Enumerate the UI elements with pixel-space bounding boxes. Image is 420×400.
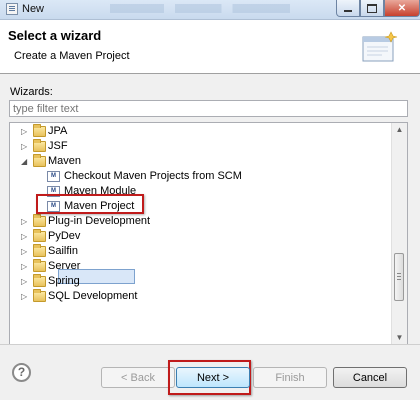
folder-icon (33, 244, 46, 257)
tree-item-label: SQL Development (48, 290, 138, 302)
tree-item-checkout-maven[interactable]: M Checkout Maven Projects from SCM (10, 169, 390, 184)
tree-item-label: JPA (48, 125, 68, 137)
scroll-up-icon[interactable]: ▲ (394, 123, 405, 136)
expand-arrow-icon[interactable]: ▷ (21, 289, 29, 304)
tree-item-jsf[interactable]: ▷ JSF (10, 139, 390, 154)
window-titlebar: New ✕ (0, 0, 420, 20)
page-title: Select a wizard (8, 28, 102, 43)
tree-item-sql-development[interactable]: ▷ SQL Development (10, 289, 390, 304)
expand-arrow-icon[interactable]: ▷ (21, 124, 29, 139)
wizard-banner-icon (362, 31, 398, 62)
wizard-footer: ? < Back Next > Finish Cancel (0, 344, 420, 400)
maximize-button[interactable] (360, 0, 384, 17)
tree-item-server[interactable]: ▷ Server (10, 259, 390, 274)
folder-icon (33, 289, 46, 302)
wizards-label: Wizards: (10, 86, 53, 98)
tree-item-spring[interactable]: ▷ Spring (10, 274, 390, 289)
expand-arrow-icon[interactable]: ▷ (21, 244, 29, 259)
tree-item-label: Sailfin (48, 245, 78, 257)
blurred-background (110, 4, 290, 13)
tree-item-plugin-development[interactable]: ▷ Plug-in Development (10, 214, 390, 229)
tree-item-label: Plug-in Development (48, 215, 151, 227)
filter-input[interactable] (9, 100, 408, 117)
expand-arrow-icon[interactable]: ▷ (21, 214, 29, 229)
help-icon[interactable]: ? (12, 363, 31, 382)
finish-button[interactable]: Finish (253, 367, 327, 388)
wizard-tree[interactable]: ▷ JPA ▷ JSF ◢ Maven M Checkout Maven Pro… (9, 122, 408, 345)
tree-item-label: PyDev (48, 230, 81, 242)
tree-item-maven[interactable]: ◢ Maven (10, 154, 390, 169)
folder-icon (33, 139, 46, 152)
window-title: New (22, 3, 45, 15)
back-button[interactable]: < Back (101, 367, 175, 388)
expand-arrow-icon[interactable]: ▷ (21, 139, 29, 154)
scroll-down-icon[interactable]: ▼ (394, 331, 405, 344)
tree-item-label: JSF (48, 140, 68, 152)
expand-arrow-icon[interactable]: ▷ (21, 274, 29, 289)
collapse-arrow-icon[interactable]: ◢ (21, 154, 29, 169)
tree-item-pydev[interactable]: ▷ PyDev (10, 229, 390, 244)
page-subtitle: Create a Maven Project (14, 50, 130, 62)
folder-icon (33, 154, 46, 167)
folder-icon (33, 124, 46, 137)
minimize-button[interactable] (336, 0, 360, 17)
expand-arrow-icon[interactable]: ▷ (21, 229, 29, 244)
cancel-button[interactable]: Cancel (333, 367, 407, 388)
tree-item-label: Checkout Maven Projects from SCM (64, 170, 242, 182)
wizard-header: Select a wizard Create a Maven Project (0, 20, 420, 74)
tree-item-label: Server (48, 260, 81, 272)
tree-item-label: Spring (48, 275, 80, 287)
expand-arrow-icon[interactable]: ▷ (21, 259, 29, 274)
close-button[interactable]: ✕ (384, 0, 420, 17)
tree-item-jpa[interactable]: ▷ JPA (10, 124, 390, 139)
tree-item-sailfin[interactable]: ▷ Sailfin (10, 244, 390, 259)
folder-icon (33, 259, 46, 272)
folder-icon (33, 274, 46, 287)
folder-icon (33, 229, 46, 242)
maven-project-annotation-box (36, 194, 144, 214)
folder-icon (33, 214, 46, 227)
maven-checkout-icon: M (47, 171, 60, 182)
window-icon (6, 3, 18, 15)
next-button[interactable]: Next > (176, 367, 250, 388)
scroll-thumb[interactable] (394, 253, 404, 301)
tree-item-label: Maven (48, 155, 82, 167)
wizard-content: Wizards: ▷ JPA ▷ JSF ◢ Maven M Checkout … (0, 74, 420, 345)
tree-scrollbar[interactable]: ▲ ▼ (391, 123, 407, 344)
